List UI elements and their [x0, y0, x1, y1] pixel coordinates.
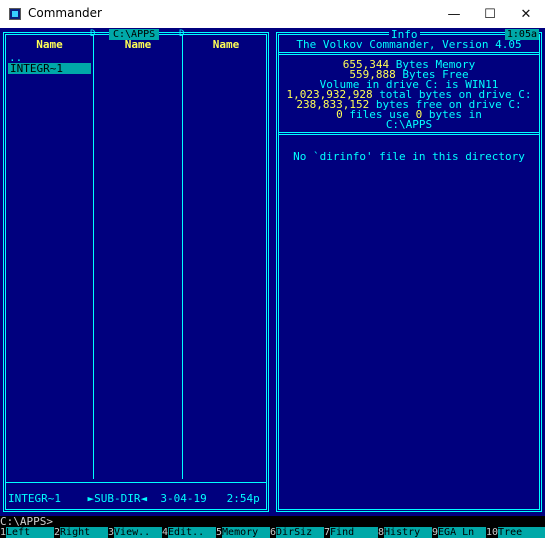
file-status-line: INTEGR~1 ►SUB-DIR◄ 3-04-19 2:54p — [8, 492, 260, 505]
status-file-date: 3-04-19 — [160, 492, 207, 505]
column-header-name-2: Name — [124, 38, 152, 51]
info-separator — [279, 52, 539, 55]
maximize-button[interactable]: ☐ — [472, 0, 508, 28]
column-header-name-3: Name — [212, 38, 240, 51]
window-titlebar: Commander — ☐ ✕ — [0, 0, 545, 29]
app-icon — [9, 8, 21, 20]
fkey-tree[interactable]: 10 Tree — [486, 527, 545, 538]
window-title: Commander — [28, 6, 102, 20]
status-file-time: 2:54p — [226, 492, 260, 505]
status-file-type: ►SUB-DIR◄ — [87, 492, 148, 505]
column-header-name-1: Name — [36, 38, 63, 51]
info-panel[interactable]: Info 1:05a The Volkov Commander, Version… — [276, 28, 542, 512]
command-prompt[interactable]: C:\APPS> — [0, 516, 53, 527]
minimize-button[interactable]: — — [436, 0, 472, 28]
console-area[interactable]: D C:\APPS D Name Name Name .. INTEGR~1 I… — [0, 28, 545, 538]
fkey-dirsize[interactable]: 6 DirSiz — [270, 527, 324, 538]
fkey-left[interactable]: 1 Left — [0, 527, 54, 538]
column-divider — [182, 35, 183, 479]
info-separator — [279, 132, 539, 135]
fkey-find[interactable]: 7 Find — [324, 527, 378, 538]
fkey-view[interactable]: 3 View.. — [108, 527, 162, 538]
fkey-history[interactable]: 8 Histry — [378, 527, 432, 538]
commander-screen: D C:\APPS D Name Name Name .. INTEGR~1 I… — [0, 28, 545, 516]
function-key-bar: 1 Left 2 Right 3 View.. 4 Edit.. 5 Memory 6 Di… — [0, 527, 545, 538]
fkey-edit[interactable]: 4 Edit.. — [162, 527, 216, 538]
close-button[interactable]: ✕ — [508, 0, 544, 28]
status-file-name: INTEGR~1 — [8, 492, 61, 505]
dirinfo-message: No `dirinfo' file in this directory — [293, 150, 525, 163]
version-heading: The Volkov Commander, Version 4.05 — [296, 38, 522, 51]
fkey-ega-lines[interactable]: 9 EGA Ln — [432, 527, 486, 538]
file-entry-selected[interactable]: INTEGR~1 — [10, 63, 63, 74]
files-path: C:\APPS — [385, 118, 433, 131]
fkey-memory[interactable]: 5 Memory — [216, 527, 270, 538]
fkey-right[interactable]: 2 Right — [54, 527, 108, 538]
column-divider — [93, 35, 94, 479]
panel-footer-separator — [6, 482, 266, 483]
left-file-panel[interactable]: D C:\APPS D Name Name Name .. INTEGR~1 I… — [3, 29, 269, 512]
